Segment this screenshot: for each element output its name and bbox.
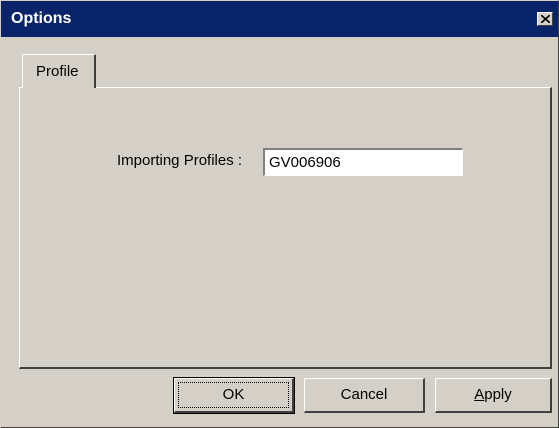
window-title: Options [11,10,72,27]
apply-button[interactable]: Apply [435,378,552,413]
focus-rect [178,382,289,408]
apply-button-label: pply [484,386,512,403]
close-button[interactable] [537,12,553,26]
apply-mnemonic: A [474,386,485,403]
options-dialog: Options Profile Importing Profiles : OK … [0,0,559,428]
cancel-button-label: Cancel [340,386,388,403]
tab-profile[interactable]: Profile [22,54,96,88]
title-bar[interactable]: Options [1,1,558,37]
importing-profiles-label: Importing Profiles : [117,152,243,169]
ok-button[interactable]: OK [173,377,295,414]
tab-profile-label: Profile [36,63,79,80]
tab-panel-profile [19,87,552,369]
importing-profiles-input[interactable] [263,148,463,176]
tab-connector [23,86,93,89]
close-icon [541,15,550,23]
cancel-button[interactable]: Cancel [304,378,425,413]
